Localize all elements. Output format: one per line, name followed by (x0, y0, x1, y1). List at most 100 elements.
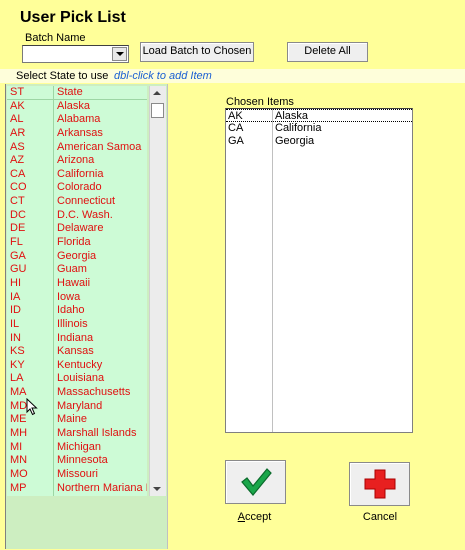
state-code: MI (10, 440, 23, 453)
list-item[interactable]: AZ Arizona (7, 154, 147, 168)
state-code: DE (10, 222, 26, 235)
state-code: KS (10, 345, 25, 358)
state-name: Michigan (57, 440, 102, 453)
state-name: Minnesota (57, 454, 108, 467)
cancel-button[interactable] (349, 462, 410, 506)
state-name: Florida (57, 236, 91, 249)
list-item[interactable]: CA California (7, 168, 147, 182)
chosen-code: GA (228, 135, 244, 147)
state-code: ME (10, 413, 27, 426)
checkmark-icon (240, 468, 272, 496)
state-name: Alaska (57, 99, 91, 112)
state-name: Maryland (57, 399, 103, 412)
state-name: Illinois (57, 317, 88, 330)
list-item[interactable]: GA Georgia (7, 250, 147, 264)
list-item[interactable]: IN Indiana (7, 332, 147, 346)
chevron-down-icon[interactable] (112, 47, 127, 61)
batch-name-combo[interactable] (22, 45, 129, 63)
state-name: California (57, 167, 104, 180)
list-item[interactable]: MO Missouri (7, 468, 147, 482)
col-state-header: State (57, 86, 83, 98)
red-cross-icon (364, 469, 395, 499)
state-name: Iowa (57, 290, 81, 303)
state-name: Delaware (57, 222, 104, 235)
state-code: AZ (10, 154, 25, 167)
list-item[interactable]: GU Guam (7, 263, 147, 277)
scroll-thumb[interactable] (151, 103, 164, 118)
dbl-click-hint: dbl-click to add Item (114, 70, 212, 82)
chosen-item[interactable]: CA California (226, 122, 412, 135)
list-item[interactable]: LA Louisiana (7, 372, 147, 386)
load-batch-button[interactable]: Load Batch to Chosen (140, 42, 254, 62)
state-name: Connecticut (57, 195, 116, 208)
chosen-item[interactable]: GA Georgia (226, 135, 412, 148)
state-name: Indiana (57, 331, 94, 344)
list-item[interactable]: MN Minnesota (7, 454, 147, 468)
list-item[interactable]: IA Iowa (7, 291, 147, 305)
list-item[interactable]: AS American Samoa (7, 141, 147, 155)
state-code: MN (10, 454, 28, 467)
state-code: LA (10, 372, 24, 385)
state-name: Georgia (57, 249, 97, 262)
state-name: Kansas (57, 345, 94, 358)
list-item[interactable]: AL Alabama (7, 113, 147, 127)
state-code: ID (10, 304, 21, 317)
col-st-header: ST (10, 86, 25, 98)
state-list-scrollbar[interactable] (149, 86, 166, 496)
chosen-name: Georgia (275, 135, 315, 147)
state-code: IL (10, 317, 20, 330)
state-name: Maine (57, 413, 87, 426)
state-name: Louisiana (57, 372, 105, 385)
list-item[interactable]: MP Northern Mariana Is (7, 482, 147, 496)
state-name: Kentucky (57, 358, 103, 371)
state-code: MA (10, 386, 27, 399)
list-item[interactable]: DC D.C. Wash. (7, 209, 147, 223)
state-name: Alabama (57, 113, 101, 126)
state-name: Arizona (57, 154, 95, 167)
chosen-item[interactable]: AK Alaska (226, 109, 412, 122)
list-item[interactable]: CT Connecticut (7, 195, 147, 209)
list-item[interactable]: IL Illinois (7, 318, 147, 332)
cancel-label: Cancel (362, 511, 398, 523)
state-name: Missouri (57, 467, 98, 480)
delete-all-button[interactable]: Delete All (287, 42, 368, 62)
list-item[interactable]: KS Kansas (7, 345, 147, 359)
state-code: AK (10, 99, 25, 112)
list-item[interactable]: KY Kentucky (7, 359, 147, 373)
list-item[interactable]: DE Delaware (7, 222, 147, 236)
state-name: Idaho (57, 304, 85, 317)
scroll-up-icon[interactable] (153, 91, 161, 95)
state-code: CO (10, 181, 27, 194)
accept-label: Accept (237, 511, 272, 523)
state-list[interactable]: ST State AK Alaska AL Alabama AR Arkansas AS Amer… (7, 86, 147, 496)
batch-name-label: Batch Name (25, 32, 86, 44)
chosen-name: California (275, 122, 322, 134)
state-code: MH (10, 427, 28, 440)
state-code: DC (10, 208, 26, 221)
scroll-down-icon[interactable] (153, 487, 161, 491)
list-item[interactable]: CO Colorado (7, 181, 147, 195)
select-state-label: Select State to use (16, 70, 109, 82)
accept-button[interactable] (225, 460, 286, 504)
state-code: FL (10, 236, 23, 249)
list-item[interactable]: AR Arkansas (7, 127, 147, 141)
list-item[interactable]: ID Idaho (7, 304, 147, 318)
state-code: MP (10, 481, 27, 494)
state-code: AR (10, 126, 26, 139)
state-code: CA (10, 167, 26, 180)
state-code: CT (10, 195, 25, 208)
chosen-code: CA (228, 122, 244, 134)
list-item[interactable]: AK Alaska (7, 100, 147, 114)
state-name: Massachusetts (57, 386, 131, 399)
state-code: IA (10, 290, 21, 303)
state-code: AS (10, 140, 25, 153)
state-name: Northern Mariana Is (57, 481, 147, 494)
list-item[interactable]: FL Florida (7, 236, 147, 250)
state-code: KY (10, 358, 25, 371)
list-item[interactable]: HI Hawaii (7, 277, 147, 291)
list-item[interactable]: MI Michigan (7, 441, 147, 455)
chosen-items-list[interactable]: AK Alaska CA California GA Georgia (225, 108, 413, 433)
state-code: HI (10, 276, 21, 289)
list-item[interactable]: MH Marshall Islands (7, 427, 147, 441)
state-name: D.C. Wash. (57, 208, 113, 221)
